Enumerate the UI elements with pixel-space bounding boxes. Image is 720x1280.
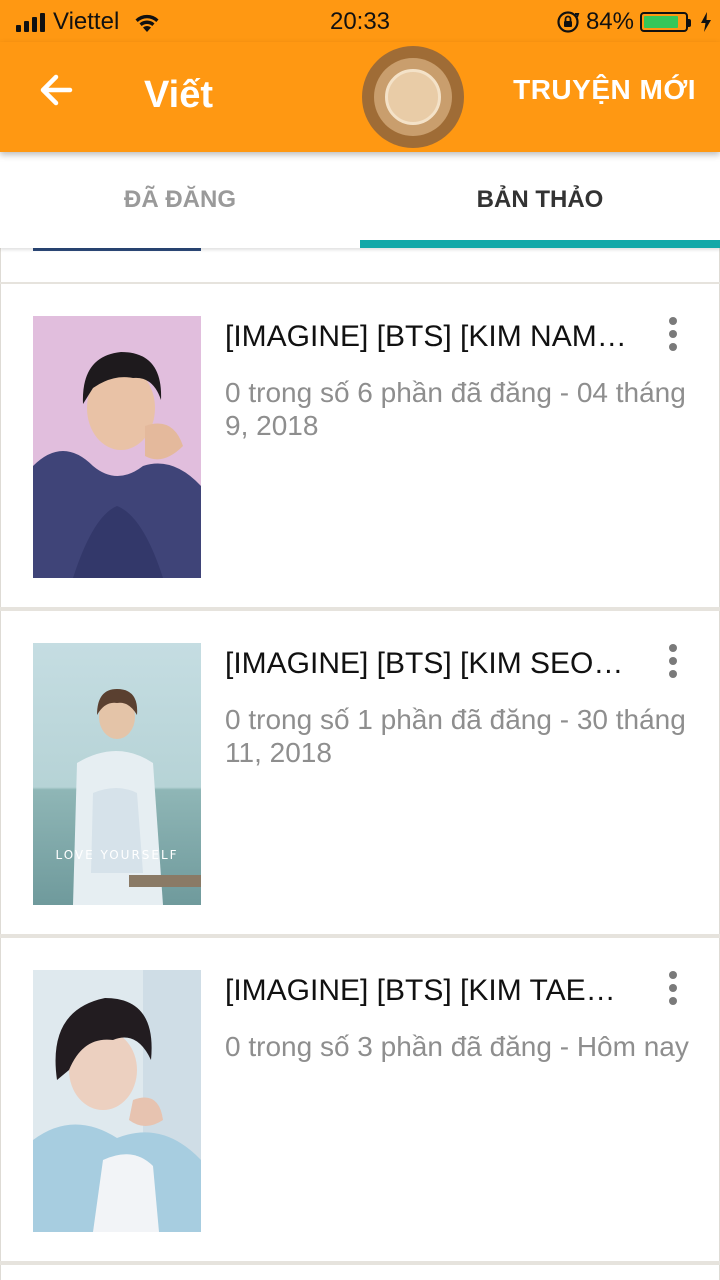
list-item[interactable]: [IMAGINE] [BTS] [KIM TAEH… 0 trong số 3 …	[0, 938, 720, 1261]
tab-bar: ĐÃ ĐĂNG BẢN THẢO	[0, 152, 720, 248]
dot-icon	[669, 657, 677, 665]
story-meta: 0 trong số 6 phần đã đăng - 04 tháng 9, …	[225, 377, 686, 441]
list-item-partial[interactable]	[0, 248, 720, 282]
app-bar: Viết TRUYỆN MỚI	[0, 42, 720, 152]
charging-icon	[701, 12, 711, 32]
story-meta: 0 trong số 3 phần đã đăng - Hôm nay	[225, 1031, 689, 1062]
dot-icon	[669, 971, 677, 979]
cover-text: LOVE YOURSELF	[55, 848, 178, 862]
assistive-touch-button[interactable]	[362, 46, 464, 148]
assistive-touch-core	[385, 69, 441, 125]
assistive-touch-ring	[374, 58, 452, 136]
page-title: Viết	[144, 74, 214, 116]
book-cover-image[interactable]	[33, 316, 201, 578]
book-cover-image	[33, 248, 201, 251]
dot-icon	[669, 317, 677, 325]
list-item-partial[interactable]	[0, 1265, 720, 1280]
battery-icon	[640, 12, 691, 32]
battery-level	[644, 16, 678, 28]
dot-icon	[669, 997, 677, 1005]
new-story-button[interactable]: TRUYỆN MỚI	[513, 74, 696, 106]
dot-icon	[669, 644, 677, 652]
more-options-button[interactable]	[651, 966, 695, 1010]
dot-icon	[669, 984, 677, 992]
more-options-button[interactable]	[651, 312, 695, 356]
story-title[interactable]: [IMAGINE] [BTS] [KIM SEO…	[225, 647, 635, 681]
dot-icon	[669, 343, 677, 351]
list-item[interactable]: [IMAGINE] [BTS] [KIM NAM… 0 trong số 6 p…	[0, 284, 720, 607]
book-cover-image[interactable]	[33, 970, 201, 1232]
story-title[interactable]: [IMAGINE] [BTS] [KIM NAM…	[225, 320, 635, 354]
status-right: 84%	[556, 8, 712, 36]
story-meta: 0 trong số 1 phần đã đăng - 30 tháng 11,…	[225, 704, 686, 768]
back-button[interactable]	[28, 64, 84, 120]
more-options-button[interactable]	[651, 639, 695, 683]
dot-icon	[669, 670, 677, 678]
tab-drafts[interactable]: BẢN THẢO	[360, 152, 720, 248]
list-item[interactable]: LOVE YOURSELF [IMAGINE] [BTS] [KIM SEO… …	[0, 611, 720, 934]
book-cover-image[interactable]: LOVE YOURSELF	[33, 643, 201, 905]
arrow-left-icon	[40, 74, 73, 106]
story-list[interactable]: [IMAGINE] [BTS] [KIM NAM… 0 trong số 6 p…	[0, 248, 720, 1280]
tab-published[interactable]: ĐÃ ĐĂNG	[0, 152, 360, 248]
rotation-lock-icon	[557, 11, 580, 33]
status-bar: Viettel 20:33 84%	[0, 0, 720, 42]
battery-percent: 84%	[585, 8, 634, 35]
dot-icon	[669, 330, 677, 338]
story-title[interactable]: [IMAGINE] [BTS] [KIM TAEH…	[225, 974, 635, 1008]
